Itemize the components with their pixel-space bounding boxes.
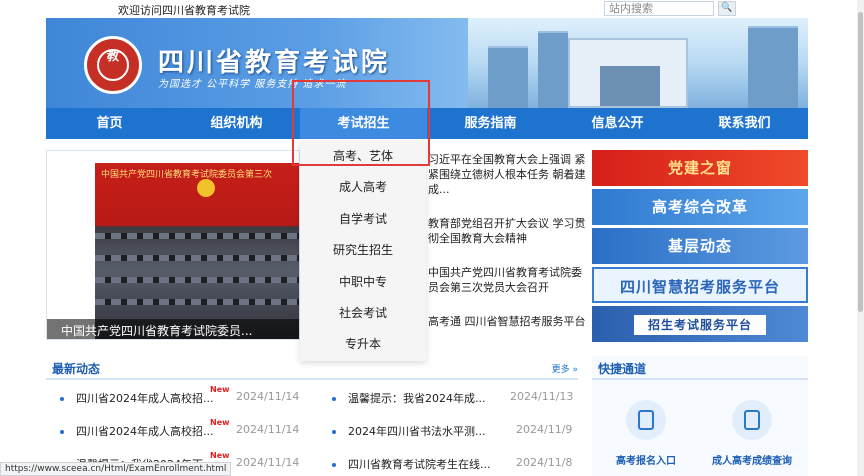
news-date: 2024/11/14 xyxy=(236,390,300,403)
dropdown-item-gaokao-art[interactable]: 高考、艺体 xyxy=(300,141,426,172)
banner-background-image xyxy=(468,18,808,108)
news-date: 2024/11/14 xyxy=(236,456,300,469)
quick-adult-exam-score[interactable]: 成人高考成绩查询 xyxy=(712,452,792,467)
banner-enrollment-platform[interactable]: 招生考试服务平台 xyxy=(592,306,808,342)
right-banner-column: 党建之窗 高考综合改革 基层动态 四川智慧招考服务平台 招生考试服务平台 xyxy=(592,150,808,345)
headline-item[interactable]: 中国共产党四川省教育考试院委员会第三次党员大会召开 xyxy=(428,265,588,295)
quick-access-title: 快捷通道 xyxy=(598,362,647,376)
dropdown-item-graduate[interactable]: 研究生招生 xyxy=(300,235,426,266)
news-date: 2024/11/8 xyxy=(516,456,573,469)
news-item[interactable]: 温馨提示：我省2024年成... xyxy=(332,390,485,406)
nav-contact[interactable]: 联系我们 xyxy=(681,108,808,139)
slider-caption-bar[interactable]: 中国共产党四川省教育考试院委员... xyxy=(47,319,299,339)
banner-grassroots[interactable]: 基层动态 xyxy=(592,228,808,264)
search-input[interactable]: 站内搜索 xyxy=(604,1,714,16)
main-nav: 首页 组织机构 考试招生 服务指南 信息公开 联系我们 xyxy=(46,108,808,139)
new-badge: New xyxy=(210,418,230,427)
headline-list: 习近平在全国教育大会上强调 紧紧围绕立德树人根本任务 朝着建成... 教育部党组… xyxy=(428,152,588,348)
banner-smart-exam-platform[interactable]: 四川智慧招考服务平台 xyxy=(592,267,808,303)
headline-item[interactable]: 习近平在全国教育大会上强调 紧紧围绕立德树人根本任务 朝着建成... xyxy=(428,152,588,197)
news-item[interactable]: 四川省2024年成人高校招... xyxy=(60,390,213,406)
slider-photo: 中国共产党四川省教育考试院委员会第三次 xyxy=(95,163,299,339)
site-title: 四川省教育考试院 xyxy=(158,48,391,78)
more-link[interactable]: 更多 » xyxy=(552,362,578,375)
news-slider[interactable]: 中国共产党四川省教育考试院委员会第三次 中国共产党四川省教育考试院委员... xyxy=(46,150,300,340)
headline-item[interactable]: 高考通 四川省智慧招考服务平台 xyxy=(428,314,588,329)
stage-banner-text: 中国共产党四川省教育考试院委员会第三次 xyxy=(101,170,273,180)
news-date: 2024/11/14 xyxy=(236,423,300,436)
exam-enrollment-dropdown: 高考、艺体 成人高考 自学考试 研究生招生 中职中专 社会考试 专升本 xyxy=(300,141,426,361)
banner-party-building[interactable]: 党建之窗 xyxy=(592,150,808,186)
scrollbar[interactable] xyxy=(857,0,864,476)
nav-organization[interactable]: 组织机构 xyxy=(173,108,300,139)
nav-home[interactable]: 首页 xyxy=(46,108,173,139)
dropdown-item-self-study[interactable]: 自学考试 xyxy=(300,204,426,235)
slider-caption: 中国共产党四川省教育考试院委员... xyxy=(61,324,253,338)
header-banner: 教 四川省教育考试院 为国选才 公平科学 服务支持 追求一流 xyxy=(46,18,808,108)
search-icon: 🔍 xyxy=(721,3,733,13)
nav-info-disclosure[interactable]: 信息公开 xyxy=(554,108,681,139)
edit-icon[interactable] xyxy=(732,400,772,440)
welcome-text: 欢迎访问四川省教育考试院 xyxy=(118,4,250,17)
banner-gaokao-reform[interactable]: 高考综合改革 xyxy=(592,189,808,225)
dropdown-item-vocational[interactable]: 中职中专 xyxy=(300,267,426,298)
nav-service-guide[interactable]: 服务指南 xyxy=(427,108,554,139)
dropdown-item-upgrade[interactable]: 专升本 xyxy=(300,329,426,360)
news-item[interactable]: 四川省教育考试院考生在线... xyxy=(332,456,491,472)
top-bar: 欢迎访问四川省教育考试院 站内搜索 🔍 xyxy=(0,0,864,18)
news-title: 最新动态 xyxy=(52,362,101,376)
news-item[interactable]: 四川省2024年成人高校招... xyxy=(60,423,213,439)
site-slogan: 为国选才 公平科学 服务支持 追求一流 xyxy=(158,79,347,90)
search-button[interactable]: 🔍 xyxy=(718,1,736,16)
new-badge: New xyxy=(210,451,230,460)
news-date: 2024/11/13 xyxy=(510,390,574,403)
quick-gaokao-registration[interactable]: 高考报名入口 xyxy=(616,452,676,467)
emblem-icon xyxy=(197,179,215,197)
status-bar-url: https://www.sceea.cn/Html/ExamEnrollment… xyxy=(0,462,232,476)
news-item[interactable]: 2024年四川省书法水平测... xyxy=(332,423,485,439)
scrollbar-thumb[interactable] xyxy=(858,12,863,312)
nav-exam-enrollment[interactable]: 考试招生 xyxy=(300,108,427,139)
headline-item[interactable]: 教育部党组召开扩大会议 学习贯彻全国教育大会精神 xyxy=(428,216,588,246)
building-gate-image xyxy=(568,38,688,108)
news-date: 2024/11/9 xyxy=(516,423,573,436)
new-badge: New xyxy=(210,385,230,394)
dropdown-item-social-exam[interactable]: 社会考试 xyxy=(300,298,426,329)
site-logo[interactable]: 教 xyxy=(84,36,142,94)
clipboard-icon[interactable] xyxy=(626,400,666,440)
quick-access-panel: 快捷通道 高考报名入口 成人高考成绩查询 xyxy=(592,356,808,476)
dropdown-item-adult-exam[interactable]: 成人高考 xyxy=(300,172,426,203)
